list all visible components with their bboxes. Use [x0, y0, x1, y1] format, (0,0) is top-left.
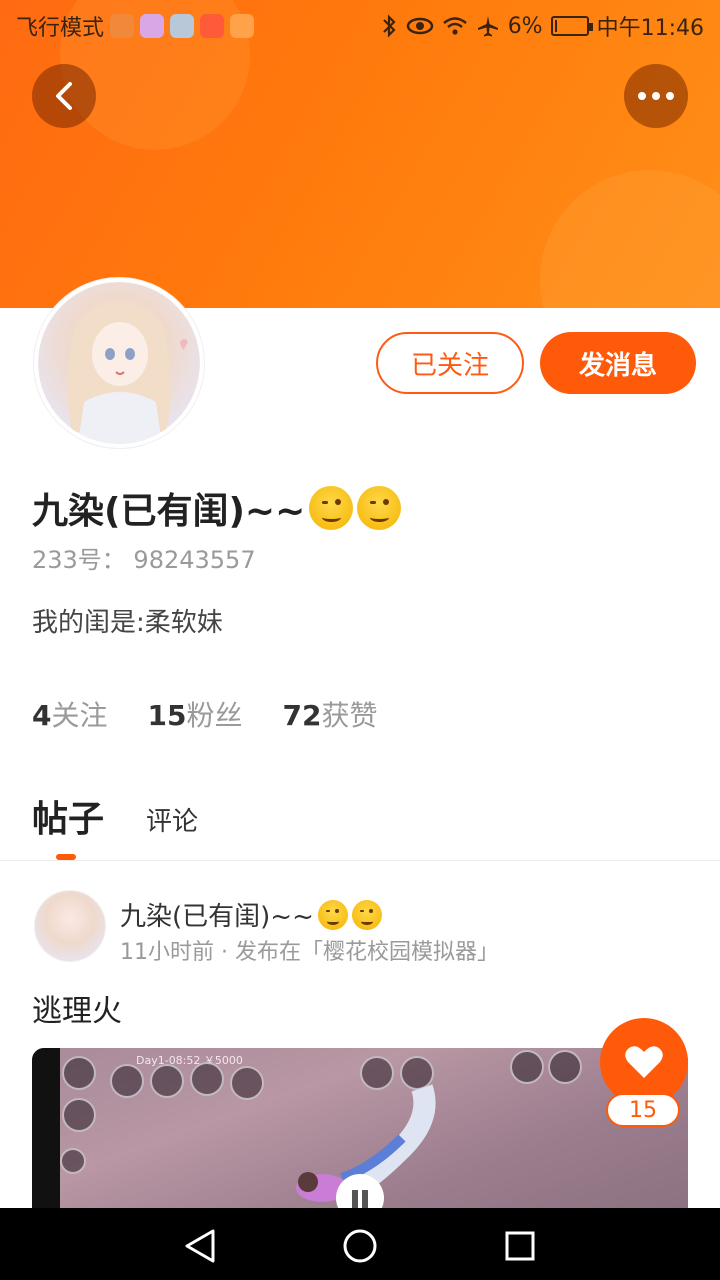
wink-emoji-icon — [351, 899, 382, 930]
profile-username: 九染(已有闺)~~ — [32, 482, 402, 534]
browser-app-icon — [170, 14, 195, 38]
airplane-icon — [477, 16, 498, 37]
followed-button[interactable]: 已关注 — [376, 332, 524, 394]
app-notification-icon — [110, 14, 135, 38]
game-map-button — [110, 1064, 144, 1098]
back-button[interactable] — [32, 64, 96, 128]
nav-recents-button[interactable] — [500, 1226, 540, 1266]
back-triangle-icon — [185, 1229, 215, 1263]
system-navigation-bar — [0, 1208, 720, 1280]
tab-posts[interactable]: 帖子 — [32, 790, 104, 842]
post-meta: 11小时前 · 发布在「樱花校园模拟器」 — [120, 940, 499, 965]
game-help-button — [190, 1062, 224, 1096]
wink-emoji-icon — [357, 486, 402, 530]
stat-likes[interactable]: 72获赞 — [282, 694, 377, 734]
video-app-icon — [230, 14, 255, 38]
profile-stats: 4关注 15粉丝 72获赞 — [32, 694, 377, 734]
camera-icon — [548, 1050, 582, 1084]
shop-app-icon — [200, 14, 225, 38]
tab-comments[interactable]: 评论 — [146, 801, 198, 842]
game-items-button — [62, 1098, 96, 1132]
game-hud-text: Day1-08:52 ￥5000 — [136, 1054, 243, 1067]
nav-home-button[interactable] — [340, 1226, 380, 1266]
stat-label: 关注 — [51, 699, 108, 732]
post-author-avatar[interactable] — [34, 890, 106, 962]
chevron-left-icon — [56, 82, 72, 110]
avatar-illustration — [67, 302, 188, 444]
video-letterbox — [32, 1048, 60, 1208]
status-bar: 飞行模式 6% 中午11:46 — [0, 0, 720, 50]
game-edit-button — [230, 1066, 264, 1100]
stat-number: 15 — [147, 699, 187, 732]
profile-tabs: 帖子 评论 — [32, 790, 198, 842]
wink-emoji-icon — [317, 899, 348, 930]
clock: 中午11:46 — [596, 16, 704, 41]
airplane-mode-label: 飞行模式 — [16, 16, 105, 41]
stat-label: 粉丝 — [186, 699, 243, 732]
user-bio: 我的闺是:柔软妹 — [32, 608, 223, 638]
profile-avatar[interactable] — [34, 278, 204, 448]
more-options-button[interactable] — [624, 64, 688, 128]
nav-back-button[interactable] — [180, 1226, 220, 1266]
stat-number: 72 — [282, 699, 322, 732]
send-message-button[interactable]: 发消息 — [540, 332, 696, 394]
game-save-button — [510, 1050, 544, 1084]
battery-percent: 6% — [507, 13, 543, 39]
user-id: 233号： 98243557 — [32, 546, 256, 574]
more-dots-icon — [638, 92, 674, 100]
game-joystick-icon — [60, 1148, 86, 1174]
bluetooth-icon — [382, 14, 396, 38]
stat-label: 获赞 — [321, 699, 378, 732]
game-menu-button — [62, 1056, 96, 1090]
wifi-icon — [442, 17, 467, 35]
game-task-button — [150, 1064, 184, 1098]
post-video[interactable]: Day1-08:52 ￥5000 — [32, 1048, 688, 1208]
like-count: 15 — [606, 1093, 680, 1127]
stat-number: 4 — [32, 699, 52, 732]
stat-following[interactable]: 4关注 — [32, 694, 108, 734]
recents-square-icon — [505, 1231, 535, 1261]
post-author[interactable]: 九染(已有闺)~~ — [120, 896, 382, 933]
music-app-icon — [140, 14, 165, 38]
stat-followers[interactable]: 15粉丝 — [148, 694, 243, 734]
post-author-name: 九染(已有闺)~~ — [120, 902, 314, 932]
heart-icon — [625, 1046, 663, 1078]
eye-icon — [406, 17, 433, 35]
battery-icon — [550, 16, 593, 36]
divider — [0, 860, 720, 861]
username-text: 九染(已有闺)~~ — [32, 491, 306, 532]
post-title[interactable]: 逃理火 — [32, 986, 122, 1030]
wink-emoji-icon — [309, 486, 354, 530]
home-circle-icon — [343, 1229, 377, 1263]
